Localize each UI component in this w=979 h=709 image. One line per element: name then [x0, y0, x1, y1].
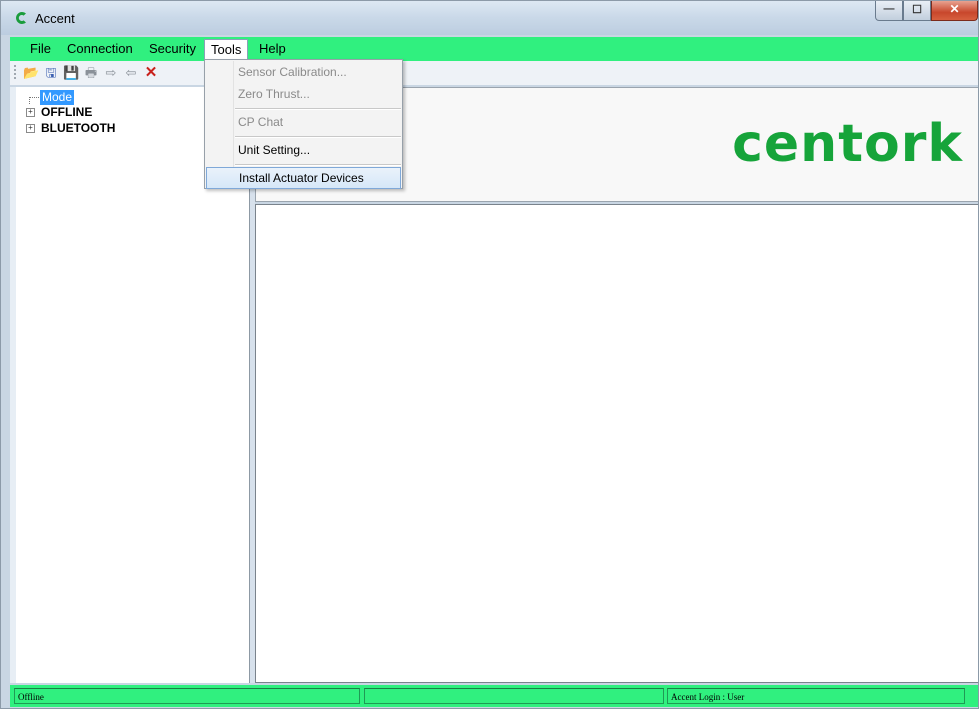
minimize-button[interactable]: — [875, 1, 903, 21]
open-folder-icon[interactable]: 📂 [23, 65, 39, 81]
menu-item-install-actuator-devices[interactable]: Install Actuator Devices [206, 167, 401, 189]
expand-bluetooth-icon[interactable]: + [26, 124, 35, 133]
delete-icon[interactable]: ✕ [143, 65, 159, 81]
maximize-icon: ☐ [912, 4, 922, 16]
maximize-button[interactable]: ☐ [903, 1, 931, 21]
back-arrow-icon[interactable]: ⇦ [123, 65, 139, 81]
save-as-icon[interactable]: 🖫 [43, 65, 59, 81]
close-button[interactable]: ✕ [931, 1, 978, 21]
tree-connector-vertical [29, 97, 30, 104]
tree-connector [29, 97, 39, 98]
minimize-icon: — [883, 3, 895, 15]
menu-bar: File Connection Security Tools Help [10, 37, 978, 61]
tree-node-offline[interactable]: OFFLINE [41, 105, 92, 119]
status-middle [364, 688, 664, 704]
toolbar-grip[interactable] [14, 65, 16, 81]
status-connection: Offline [14, 688, 360, 704]
status-bar: Offline Accent Login : User [10, 685, 978, 707]
menu-separator [235, 136, 401, 138]
menu-security[interactable]: Security [143, 41, 202, 59]
menu-connection[interactable]: Connection [61, 41, 139, 59]
tree-node-bluetooth[interactable]: BLUETOOTH [41, 121, 115, 135]
app-window: Accent — ☐ ✕ File Connection Security To… [0, 0, 979, 709]
toolbar: 📂 🖫 💾 🖶 ⇨ ⇦ ✕ [10, 61, 978, 85]
app-logo-icon [16, 12, 26, 24]
close-icon: ✕ [949, 2, 960, 16]
tree-node-mode[interactable]: Mode [40, 90, 75, 105]
window-title: Accent [35, 11, 75, 26]
menu-file[interactable]: File [24, 41, 57, 59]
centork-logo: centork [732, 114, 963, 174]
menu-item-unit-setting[interactable]: Unit Setting... [206, 139, 401, 161]
save-icon[interactable]: 💾 [63, 65, 79, 81]
menu-item-cp-chat[interactable]: CP Chat [206, 111, 401, 133]
menu-tools[interactable]: Tools [204, 39, 249, 61]
print-icon[interactable]: 🖶 [83, 65, 99, 81]
menu-item-zero-thrust[interactable]: Zero Thrust... [206, 83, 401, 105]
title-bar[interactable]: Accent — ☐ ✕ [1, 1, 978, 35]
main-content-area[interactable] [255, 204, 978, 683]
menu-separator [235, 164, 401, 166]
menu-help[interactable]: Help [253, 41, 292, 59]
expand-offline-icon[interactable]: + [26, 108, 35, 117]
forward-arrow-icon[interactable]: ⇨ [103, 65, 119, 81]
tools-dropdown-menu: Sensor Calibration... Zero Thrust... CP … [204, 59, 403, 189]
menu-item-sensor-calibration[interactable]: Sensor Calibration... [206, 61, 401, 83]
status-login: Accent Login : User [667, 688, 965, 704]
window-left-border [1, 37, 10, 687]
menu-separator [235, 108, 401, 110]
